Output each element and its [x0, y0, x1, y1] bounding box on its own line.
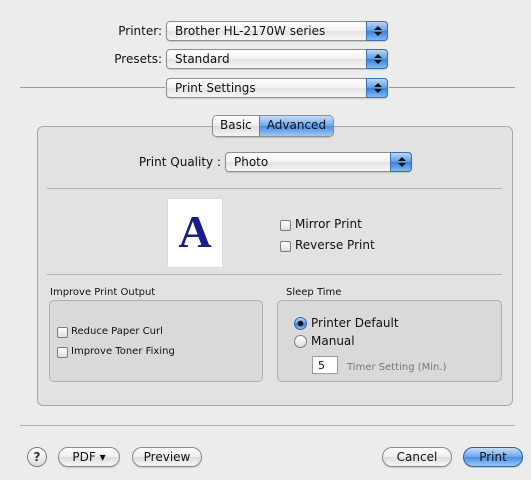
presets-label: Presets: [114, 52, 162, 66]
sleep-time-title: Sleep Time [286, 287, 342, 298]
cancel-button[interactable]: Cancel [382, 447, 452, 467]
timer-setting-input[interactable]: 5 [312, 356, 338, 374]
improve-output-title: Improve Print Output [50, 287, 156, 298]
mirror-print-label[interactable]: Mirror Print [295, 217, 362, 231]
tab-control: Basic Advanced [212, 115, 335, 137]
footer-separator [20, 425, 515, 426]
presets-popup[interactable]: Standard [166, 49, 388, 69]
print-quality-popup[interactable]: Photo [225, 152, 412, 172]
manual-label[interactable]: Manual [311, 334, 355, 348]
mirror-print-checkbox[interactable] [280, 220, 291, 231]
popup-arrows-icon [366, 21, 388, 41]
manual-radio[interactable] [294, 335, 307, 348]
popup-arrows-icon [366, 49, 388, 69]
printer-label: Printer: [118, 24, 162, 38]
panel-divider [47, 188, 502, 189]
tab-basic[interactable]: Basic [213, 116, 259, 136]
print-quality-label: Print Quality : [138, 155, 221, 169]
pdf-button[interactable]: PDF ▾ [58, 447, 120, 467]
presets-value: Standard [175, 52, 230, 66]
preview-button[interactable]: Preview [132, 447, 202, 467]
preview-glyph: A [178, 206, 212, 257]
improve-toner-fixing-checkbox[interactable] [57, 347, 68, 358]
print-preview-image: A [168, 199, 222, 267]
tab-advanced[interactable]: Advanced [258, 116, 334, 136]
printer-popup[interactable]: Brother HL-2170W series [166, 21, 388, 41]
reverse-print-checkbox[interactable] [280, 241, 291, 252]
panel-divider-2 [47, 274, 502, 275]
reverse-print-label[interactable]: Reverse Print [295, 238, 375, 252]
printer-default-radio[interactable] [294, 317, 307, 330]
popup-arrows-icon [366, 78, 388, 98]
printer-value: Brother HL-2170W series [175, 24, 326, 38]
separator-right [389, 87, 515, 88]
improve-output-group [49, 300, 263, 382]
timer-setting-label: Timer Setting (Min.) [347, 362, 447, 373]
panel-popup[interactable]: Print Settings [166, 78, 388, 98]
help-button[interactable]: ? [27, 447, 47, 467]
improve-toner-fixing-label[interactable]: Improve Toner Fixing [71, 346, 175, 357]
reduce-paper-curl-label[interactable]: Reduce Paper Curl [71, 326, 163, 337]
popup-arrows-icon [390, 152, 412, 172]
reduce-paper-curl-checkbox[interactable] [57, 327, 68, 338]
printer-default-label[interactable]: Printer Default [311, 316, 399, 330]
print-button[interactable]: Print [463, 447, 523, 467]
panel-popup-value: Print Settings [175, 81, 256, 95]
separator-left [20, 87, 165, 88]
print-quality-value: Photo [234, 155, 269, 169]
